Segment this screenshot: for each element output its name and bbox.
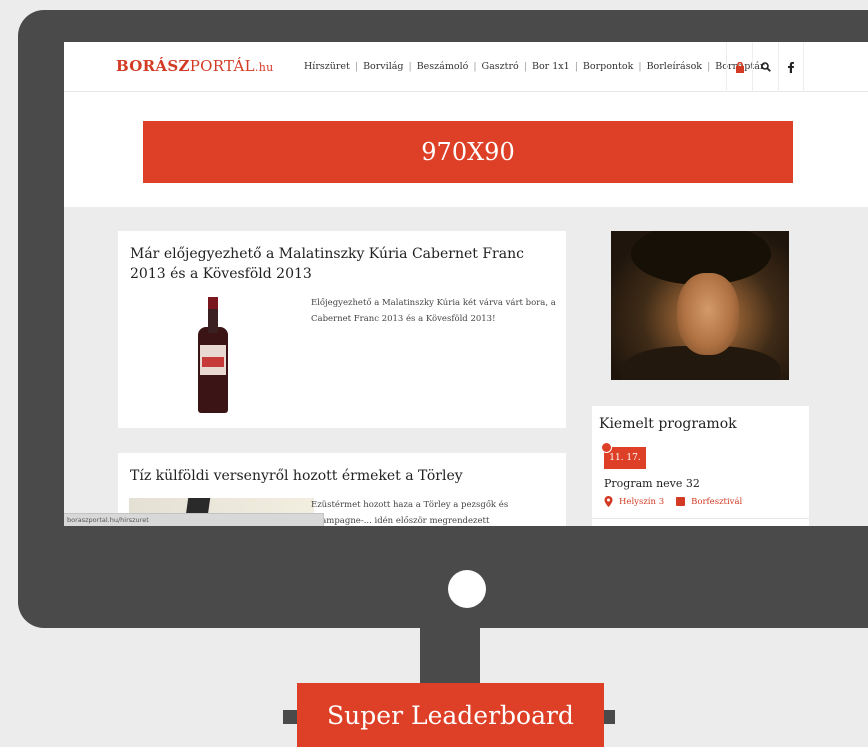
clock-icon xyxy=(601,442,612,453)
search-icon[interactable] xyxy=(752,42,778,92)
site-logo[interactable]: BORÁSZPORTÁL.hu xyxy=(116,57,274,75)
nav-item-bor-1x1[interactable]: Bor 1x1 xyxy=(532,61,570,72)
power-button xyxy=(448,570,486,608)
category-icon xyxy=(676,497,686,506)
browser-status-bar: boraszportal.hu/hirszuret xyxy=(64,513,324,526)
ad-banner-970x90[interactable]: 970X90 xyxy=(143,121,793,183)
top-banner-zone: 970X90 xyxy=(64,92,868,207)
header-icons xyxy=(726,42,804,92)
article-title[interactable]: Már előjegyezhető a Malatinszky Kúria Ca… xyxy=(130,244,555,284)
monitor-frame: BORÁSZPORTÁL.hu Hírszüret | Borvilág | Bes… xyxy=(18,10,868,628)
event-meta: Helyszín 3 Borfesztivál xyxy=(604,496,742,507)
article-title[interactable]: Tíz külföldi versenyről hozott érmeket a… xyxy=(130,466,555,486)
article-excerpt: Ezüstérmet hozott haza a Törley a pezsgő… xyxy=(311,500,509,526)
main-nav: Hírszüret | Borvilág | Beszámoló | Gasztró |… xyxy=(304,61,764,72)
nav-item-borleirasok[interactable]: Borleírások xyxy=(647,61,703,72)
divider xyxy=(592,518,809,519)
event-category[interactable]: Borfesztivál xyxy=(691,497,742,507)
location-pin-icon xyxy=(604,496,613,507)
nav-item-hirszuret[interactable]: Hírszüret xyxy=(304,61,350,72)
featured-events-widget: Kiemelt programok 11. 17. Program neve 3… xyxy=(592,406,809,526)
events-title: Kiemelt programok xyxy=(599,416,737,432)
ad-format-label: Super Leaderboard xyxy=(297,683,604,747)
lock-icon[interactable] xyxy=(726,42,752,92)
article-excerpt: Előjegyezhető a Malatinszky Kúria két vá… xyxy=(311,298,556,324)
event-name[interactable]: Program neve 32 xyxy=(604,477,700,490)
monitor-stand xyxy=(420,628,480,684)
wine-bottle-image xyxy=(198,297,228,413)
event-location[interactable]: Helyszín 3 xyxy=(619,497,664,507)
nav-item-borvilag[interactable]: Borvilág xyxy=(363,61,403,72)
site-header: BORÁSZPORTÁL.hu Hírszüret | Borvilág | Bes… xyxy=(64,42,868,92)
portrait-image[interactable] xyxy=(611,231,789,380)
browser-screen: BORÁSZPORTÁL.hu Hírszüret | Borvilág | Bes… xyxy=(64,42,868,526)
article-card[interactable]: Már előjegyezhető a Malatinszky Kúria Ca… xyxy=(118,231,566,428)
nav-item-gasztro[interactable]: Gasztró xyxy=(482,61,519,72)
facebook-icon[interactable] xyxy=(778,42,804,92)
nav-item-beszamolo[interactable]: Beszámoló xyxy=(417,61,469,72)
nav-item-borpontok[interactable]: Borpontok xyxy=(583,61,633,72)
